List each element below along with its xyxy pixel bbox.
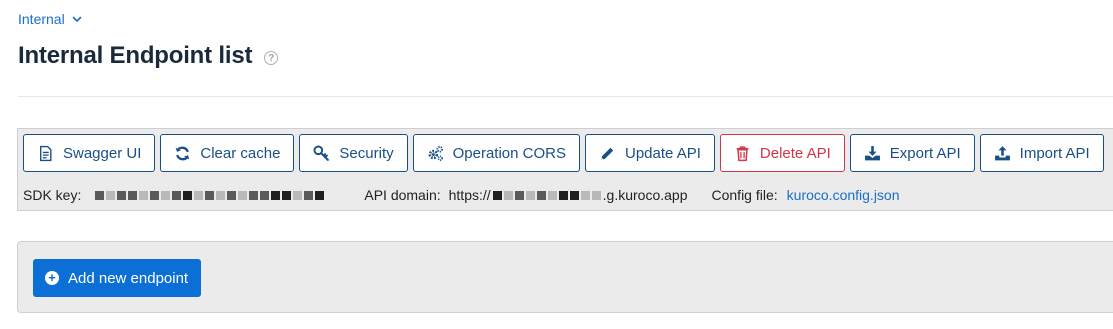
sdk-key-label: SDK key: xyxy=(23,187,82,203)
security-button[interactable]: Security xyxy=(299,134,408,172)
breadcrumb-label: Internal xyxy=(18,11,65,27)
api-domain-suffix: .g.kuroco.app xyxy=(602,187,688,203)
import-api-button[interactable]: Import API xyxy=(979,134,1104,172)
delete-api-label: Delete API xyxy=(759,144,831,162)
key-icon xyxy=(313,145,330,161)
export-api-label: Export API xyxy=(889,144,961,162)
operation-cors-button[interactable]: Operation CORS xyxy=(412,134,580,172)
update-api-label: Update API xyxy=(625,144,701,162)
divider xyxy=(18,96,1113,97)
operation-cors-label: Operation CORS xyxy=(452,144,566,162)
config-file-label: Config file: xyxy=(711,187,778,203)
add-new-endpoint-button[interactable]: + Add new endpoint xyxy=(33,259,202,297)
update-api-button[interactable]: Update API xyxy=(585,134,715,172)
toolbar-buttons: Swagger UI Clear cache Security Operatio… xyxy=(23,134,1104,172)
add-new-endpoint-label: Add new endpoint xyxy=(68,269,189,287)
clear-cache-button[interactable]: Clear cache xyxy=(160,134,295,172)
title-row: Internal Endpoint list ? xyxy=(18,42,279,70)
help-icon[interactable]: ? xyxy=(264,51,279,65)
add-endpoint-panel: + Add new endpoint xyxy=(17,241,1113,313)
export-api-button[interactable]: Export API xyxy=(849,134,975,172)
gears-icon xyxy=(428,145,443,161)
clear-cache-label: Clear cache xyxy=(200,144,281,162)
refresh-icon xyxy=(175,146,190,160)
chevron-down-icon xyxy=(72,16,82,22)
sdk-key-value-redacted xyxy=(95,190,325,200)
api-domain-prefix: https:// xyxy=(448,187,491,203)
pencil-icon xyxy=(601,147,614,160)
document-icon xyxy=(40,145,52,161)
api-domain-redacted xyxy=(492,190,601,200)
api-info-row: SDK key: API domain: https:// .g.kuroco.… xyxy=(23,185,900,205)
swagger-ui-label: Swagger UI xyxy=(63,144,142,162)
api-domain-label: API domain: xyxy=(364,187,441,203)
import-api-label: Import API xyxy=(1019,144,1090,162)
swagger-ui-button[interactable]: Swagger UI xyxy=(23,134,156,172)
trash-icon xyxy=(736,145,749,161)
plus-circle-icon: + xyxy=(45,271,59,285)
breadcrumb[interactable]: Internal xyxy=(18,11,83,27)
api-toolbar-panel: Swagger UI Clear cache Security Operatio… xyxy=(17,128,1113,211)
config-file-link[interactable]: kuroco.config.json xyxy=(787,187,900,203)
upload-icon xyxy=(994,145,1010,160)
security-label: Security xyxy=(339,144,394,162)
page-title: Internal Endpoint list xyxy=(18,42,253,69)
delete-api-button[interactable]: Delete API xyxy=(719,134,845,172)
download-icon xyxy=(864,145,880,160)
